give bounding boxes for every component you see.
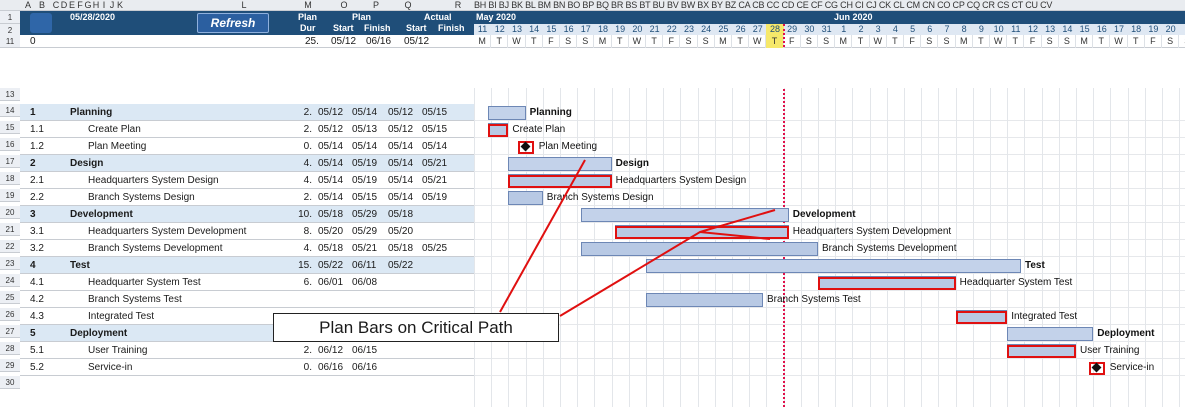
blank-row xyxy=(20,48,1185,88)
critical-path-callout: Plan Bars on Critical Path xyxy=(273,313,559,342)
callout-text: Plan Bars on Critical Path xyxy=(319,318,513,337)
